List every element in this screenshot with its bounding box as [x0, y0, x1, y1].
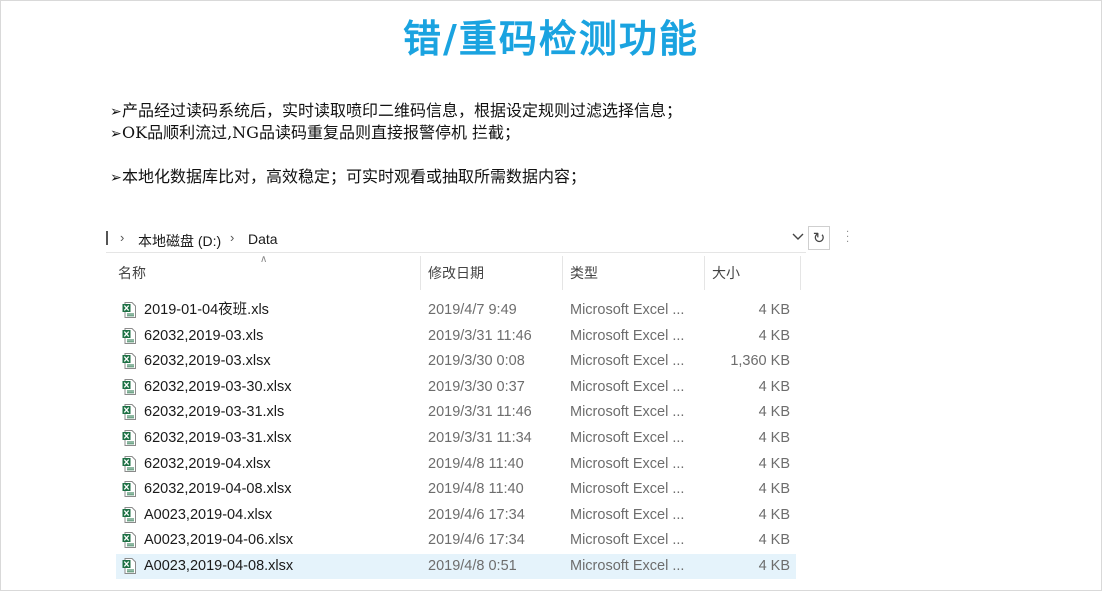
file-type: Microsoft Excel ... — [570, 404, 685, 421]
excel-file-icon — [122, 327, 136, 344]
breadcrumb-drive[interactable]: 本地磁盘 (D:) — [138, 231, 221, 251]
excel-file-icon — [122, 353, 136, 370]
file-row[interactable]: A0023,2019-04-08.xlsx 2019/4/8 0:51 Micros… — [116, 554, 796, 579]
bullet-arrow-icon: ➢ — [110, 170, 122, 186]
column-header-size[interactable]: 大小 — [712, 256, 740, 290]
column-header-name[interactable]: 名称 — [118, 256, 146, 290]
file-name: A0023,2019-04.xlsx — [144, 506, 273, 523]
file-date: 2019/3/30 0:08 — [428, 353, 525, 370]
file-name: 62032,2019-04-08.xlsx — [144, 481, 292, 498]
file-size: 4 KB — [758, 404, 790, 421]
file-name: 62032,2019-03.xls — [144, 327, 264, 344]
page-title: 错/重码检测功能 — [403, 17, 699, 61]
excel-file-icon — [122, 378, 136, 395]
file-date: 2019/4/6 17:34 — [428, 532, 525, 549]
file-name: 62032,2019-03-31.xls — [144, 404, 285, 421]
file-name: 62032,2019-03.xlsx — [144, 353, 271, 370]
refresh-icon[interactable]: ↻ — [808, 226, 830, 250]
address-bar-edge — [106, 231, 112, 245]
file-date: 2019/4/8 11:40 — [428, 481, 524, 498]
file-type: Microsoft Excel ... — [570, 430, 685, 446]
file-date: 2019/4/6 17:34 — [428, 506, 525, 523]
column-header-type[interactable]: 类型 — [570, 256, 598, 290]
excel-file-icon — [122, 455, 136, 472]
bullet-arrow-icon: ➢ — [110, 126, 122, 142]
file-type: Microsoft Excel ... — [570, 532, 685, 549]
file-row[interactable]: 62032,2019-03.xlsx 2019/3/30 0:08 Microsof… — [116, 349, 796, 374]
more-options-icon[interactable]: · · · — [846, 228, 849, 248]
excel-file-icon — [122, 506, 136, 523]
file-date: 2019/3/31 11:34 — [428, 430, 532, 446]
file-size: 4 KB — [758, 506, 790, 523]
file-row[interactable]: 62032,2019-03.xls 2019/3/31 11:46 Microsof… — [116, 324, 796, 349]
bullet-item: ➢产品经过读码系统后，实时读取喷印二维码信息，根据设定规则过滤选择信息； — [110, 100, 682, 122]
file-date: 2019/4/7 9:49 — [428, 302, 517, 318]
file-date: 2019/4/8 0:51 — [428, 558, 517, 574]
file-row[interactable]: 62032,2019-04.xlsx 2019/4/8 11:40 Microsof… — [116, 452, 796, 477]
file-row[interactable]: 62032,2019-03-30.xlsx 2019/3/30 0:37 Micro… — [116, 375, 796, 400]
file-row[interactable]: 62032,2019-03-31.xls 2019/3/31 11:46 Micro… — [116, 400, 796, 425]
excel-file-icon — [122, 532, 136, 549]
address-bar[interactable]: › 本地磁盘 (D:) › Data — [106, 226, 806, 253]
file-name: A0023,2019-04-08.xlsx — [144, 558, 294, 574]
file-row[interactable]: 2019-01-04夜班.xls 2019/4/7 9:49 Microsoft E… — [116, 298, 796, 323]
file-date: 2019/4/8 11:40 — [428, 455, 524, 472]
file-explorer: › 本地磁盘 (D:) › Data ↻ · · · 名称 ∧ 修改日期 类型 大小… — [106, 224, 852, 584]
file-type: Microsoft Excel ... — [570, 353, 685, 370]
excel-file-icon — [122, 558, 136, 574]
file-name: A0023,2019-04-06.xlsx — [144, 532, 294, 549]
breadcrumb-folder[interactable]: Data — [248, 231, 278, 247]
file-type: Microsoft Excel ... — [570, 481, 685, 498]
bullet-list: ➢产品经过读码系统后，实时读取喷印二维码信息，根据设定规则过滤选择信息； ➢OK… — [110, 100, 682, 188]
excel-file-icon — [122, 481, 136, 498]
file-date: 2019/3/31 11:46 — [428, 404, 532, 421]
file-size: 4 KB — [758, 302, 790, 318]
file-name: 2019-01-04夜班.xls — [144, 302, 269, 318]
file-size: 4 KB — [758, 327, 790, 344]
file-date: 2019/3/31 11:46 — [428, 327, 532, 344]
column-header-date[interactable]: 修改日期 — [428, 256, 484, 290]
file-size: 4 KB — [758, 558, 790, 574]
file-name: 62032,2019-03-31.xlsx — [144, 430, 292, 446]
excel-file-icon — [122, 404, 136, 421]
file-type: Microsoft Excel ... — [570, 327, 685, 344]
excel-file-icon — [122, 302, 136, 318]
sort-up-icon: ∧ — [260, 254, 268, 265]
file-row[interactable]: A0023,2019-04.xlsx 2019/4/6 17:34 Microsof… — [116, 503, 796, 528]
chevron-right-icon: › — [230, 230, 235, 245]
file-name: 62032,2019-04.xlsx — [144, 455, 271, 472]
file-row[interactable]: A0023,2019-04-06.xlsx 2019/4/6 17:34 Micro… — [116, 528, 796, 553]
file-size: 4 KB — [758, 430, 790, 446]
file-row[interactable]: 62032,2019-04-08.xlsx 2019/4/8 11:40 Micro… — [116, 477, 796, 502]
file-size: 4 KB — [758, 532, 790, 549]
bullet-arrow-icon: ➢ — [110, 104, 122, 120]
bullet-item: ➢本地化数据库比对，高效稳定；可实时观看或抽取所需数据内容； — [110, 166, 682, 188]
file-type: Microsoft Excel ... — [570, 302, 685, 318]
file-type: Microsoft Excel ... — [570, 558, 685, 574]
file-size: 4 KB — [758, 481, 790, 498]
file-type: Microsoft Excel ... — [570, 455, 685, 472]
file-size: 4 KB — [758, 455, 790, 472]
file-type: Microsoft Excel ... — [570, 378, 685, 395]
file-row[interactable]: 62032,2019-03-31.xlsx 2019/3/31 11:34 Micr… — [116, 426, 796, 451]
file-size: 4 KB — [758, 378, 790, 395]
excel-file-icon — [122, 430, 136, 446]
file-date: 2019/3/30 0:37 — [428, 378, 525, 395]
file-type: Microsoft Excel ... — [570, 506, 685, 523]
bullet-item: ➢OK品顺利流过,NG品读码重复品则直接报警停机 拦截； — [110, 122, 682, 144]
file-size: 1,360 KB — [730, 353, 790, 370]
chevron-down-icon[interactable] — [792, 228, 806, 246]
chevron-right-icon: › — [120, 230, 125, 245]
file-name: 62032,2019-03-30.xlsx — [144, 378, 292, 395]
